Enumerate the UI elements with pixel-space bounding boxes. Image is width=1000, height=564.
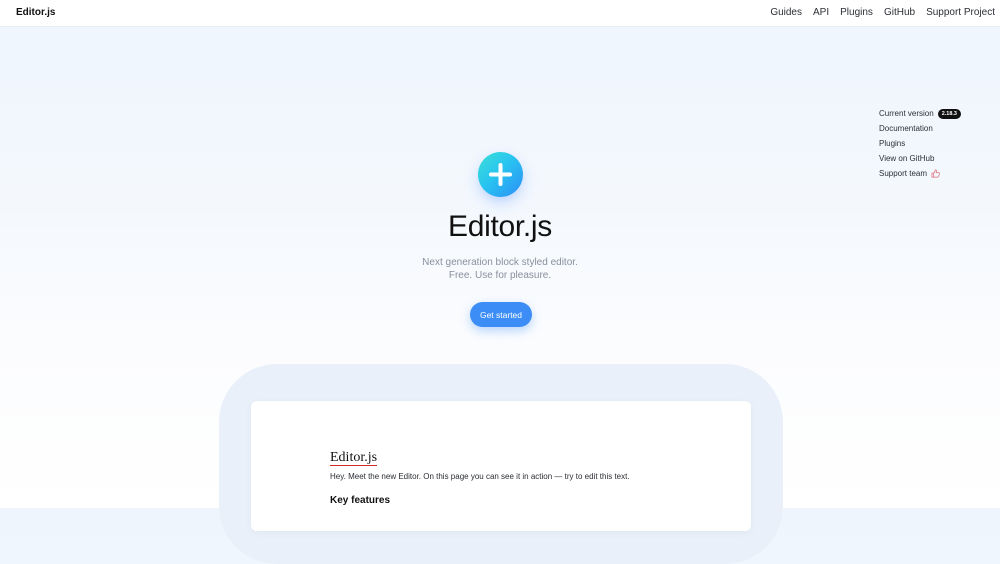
side-link-github[interactable]: View on GitHub <box>879 151 961 166</box>
demo-document-title[interactable]: Editor.js <box>330 450 378 466</box>
hero-title: Editor.js <box>447 210 552 243</box>
nav-guides-link[interactable]: Guides <box>770 7 802 18</box>
side-quick-links: Current version 2.18.3 Documentation Plu… <box>879 106 961 181</box>
hero-subtitle: Next generation block styled editor. Fre… <box>0 256 1000 282</box>
top-nav-links: Guides API Plugins GitHub Support Projec… <box>770 7 995 18</box>
nav-plugins-link[interactable]: Plugins <box>840 7 873 18</box>
side-link-support-team[interactable]: Support team <box>879 166 961 181</box>
nav-api-link[interactable]: API <box>813 7 829 18</box>
hero-subtitle-line-2: Free. Use for pleasure. <box>448 270 552 281</box>
side-link-plugins[interactable]: Plugins <box>879 136 961 151</box>
current-version-row: Current version 2.18.3 <box>879 106 961 121</box>
nav-support-project-link[interactable]: Support Project <box>926 7 995 18</box>
brand-logo-text[interactable]: Editor.js <box>16 7 55 18</box>
top-navbar: Editor.js Guides API Plugins GitHub Supp… <box>0 0 1000 26</box>
support-team-label: Support team <box>879 169 928 178</box>
demo-heading-key-features[interactable]: Key features <box>330 495 390 506</box>
demo-paragraph[interactable]: Hey. Meet the new Editor. On this page y… <box>330 472 630 481</box>
nav-github-link[interactable]: GitHub <box>884 7 915 18</box>
editorjs-logo <box>478 152 523 199</box>
thumbs-up-icon <box>931 169 940 178</box>
hero-subtitle-line-1: Next generation block styled editor. <box>422 257 578 268</box>
side-link-documentation[interactable]: Documentation <box>879 121 961 136</box>
current-version-label: Current version <box>879 109 934 118</box>
editor-demo-card[interactable] <box>251 401 751 531</box>
plus-icon <box>478 152 523 197</box>
get-started-button[interactable]: Get started <box>470 302 532 327</box>
version-badge: 2.18.3 <box>937 108 961 119</box>
